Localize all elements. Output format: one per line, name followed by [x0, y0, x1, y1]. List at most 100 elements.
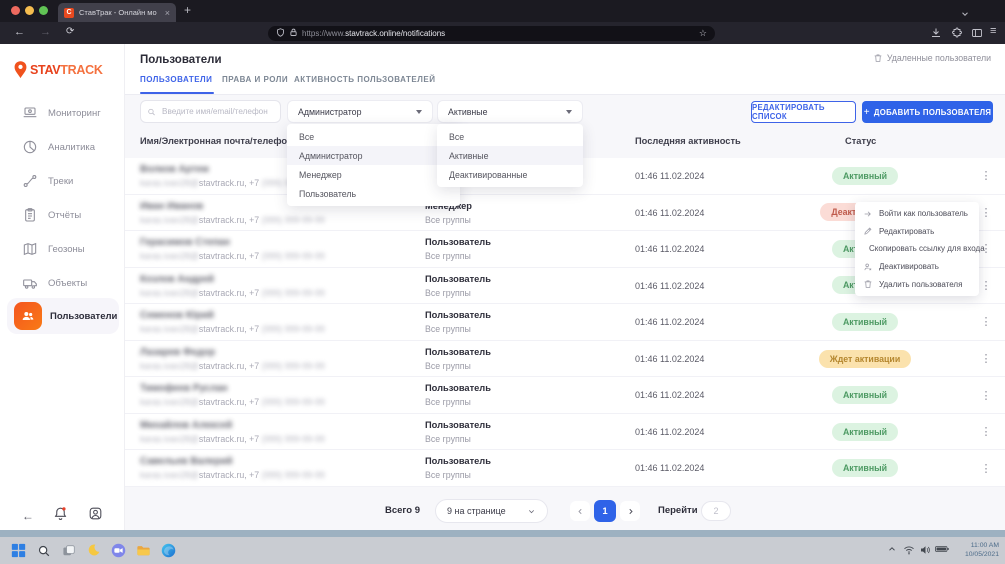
window-close-button[interactable] — [11, 6, 20, 15]
dropdown-arrow-icon — [416, 110, 422, 114]
search-input[interactable] — [160, 106, 274, 117]
taskbar-search-icon[interactable] — [35, 542, 52, 559]
col-name-header: Имя/Электронная почта/телефон — [140, 136, 293, 146]
row-menu-icon[interactable]: ⋮ — [978, 450, 994, 486]
current-page-button[interactable]: 1 — [594, 500, 616, 522]
user-name: Волков Артем — [140, 164, 209, 175]
row-menu-icon[interactable]: ⋮ — [978, 414, 994, 450]
reports-icon — [22, 207, 38, 223]
user-group: Все группы — [425, 288, 471, 298]
user-group: Все группы — [425, 215, 471, 225]
search-box[interactable] — [140, 100, 281, 123]
sidebar-panel-icon[interactable] — [971, 26, 983, 44]
edit-list-button[interactable]: РЕДАКТИРОВАТЬ СПИСОК — [751, 101, 856, 123]
sidebar-item-reports[interactable]: Отчёты — [0, 198, 125, 232]
status-cell: Активный — [785, 450, 945, 486]
dropdown-option[interactable]: Активные — [437, 146, 583, 165]
status-cell: Активный — [785, 377, 945, 413]
row-menu-icon[interactable]: ⋮ — [978, 341, 994, 377]
browser-refresh-button[interactable]: ⟳ — [66, 26, 74, 37]
dropdown-option[interactable]: Все — [287, 127, 460, 146]
sidebar-item-monitoring[interactable]: Мониторинг — [0, 96, 125, 130]
tab-users[interactable]: ПОЛЬЗОВАТЕЛИ — [140, 75, 212, 84]
goto-page-input[interactable] — [701, 501, 731, 521]
dropdown-option[interactable]: Менеджер — [287, 165, 460, 184]
table-row: Лазарев Федор karas.ivan28@stavtrack.ru,… — [125, 341, 1005, 378]
browser-back-button[interactable]: ← — [14, 26, 25, 38]
brand-logo[interactable]: STAVTRACK — [13, 60, 103, 80]
collapse-sidebar-icon[interactable]: ← — [22, 509, 34, 523]
status-badge: Активный — [832, 313, 898, 331]
role-dropdown-panel: Все Администратор Менеджер Пользователь — [287, 124, 460, 206]
task-view-icon[interactable] — [60, 542, 77, 559]
edit-pencil-icon — [863, 226, 873, 236]
dropdown-option[interactable]: Пользователь — [287, 184, 460, 203]
browser-forward-button[interactable]: → — [40, 26, 51, 38]
menu-hamburger-icon[interactable]: ≡ — [990, 25, 996, 37]
plus-icon: + — [864, 107, 870, 118]
dropdown-option[interactable]: Все — [437, 127, 583, 146]
edge-browser-icon[interactable] — [160, 542, 177, 559]
row-menu-icon[interactable]: ⋮ — [978, 158, 994, 194]
row-menu-icon[interactable]: ⋮ — [978, 268, 994, 304]
prev-page-button[interactable] — [570, 501, 590, 521]
tab-close-icon[interactable]: × — [165, 8, 170, 18]
sidebar-item-geozones[interactable]: Геозоны — [0, 232, 125, 266]
tracking-shield-icon[interactable] — [276, 24, 285, 42]
menu-item-copy-login-link[interactable]: Скопировать ссылку для входа — [855, 240, 979, 258]
per-page-select[interactable]: 9 на странице — [435, 499, 548, 523]
search-icon — [147, 107, 156, 117]
sidebar-item-users[interactable]: Пользователи — [7, 298, 119, 334]
battery-icon[interactable] — [935, 544, 949, 554]
role-filter-select[interactable]: Администратор — [287, 100, 433, 123]
url-bar[interactable]: https://www.stavtrack.online/notificatio… — [268, 26, 715, 41]
file-explorer-icon[interactable] — [135, 542, 152, 559]
notifications-bell-icon[interactable] — [53, 506, 68, 526]
add-user-button[interactable]: + ДОБАВИТЬ ПОЛЬЗОВАТЕЛЯ — [862, 101, 993, 123]
sidebar-item-objects[interactable]: Объекты — [0, 266, 125, 300]
menu-item-edit[interactable]: Редактировать — [855, 223, 979, 241]
window-minimize-button[interactable] — [25, 6, 34, 15]
window-zoom-button[interactable] — [39, 6, 48, 15]
status-filter-select[interactable]: Активные — [437, 100, 583, 123]
next-page-button[interactable] — [620, 501, 640, 521]
row-menu-icon[interactable]: ⋮ — [978, 195, 994, 231]
user-role: Пользователь — [425, 383, 491, 393]
row-menu-icon[interactable]: ⋮ — [978, 304, 994, 340]
taskbar-clock[interactable]: 11:00 AM 10/05/2021 — [965, 542, 999, 559]
menu-item-login-as[interactable]: Войти как пользователь — [855, 205, 979, 223]
night-mode-moon-icon[interactable] — [85, 542, 102, 559]
users-icon — [14, 302, 42, 330]
lock-icon[interactable] — [289, 24, 298, 42]
status-cell: Ждет активации — [785, 341, 945, 377]
sidebar-item-analytics[interactable]: Аналитика — [0, 130, 125, 164]
menu-item-deactivate[interactable]: Деактивировать — [855, 258, 979, 276]
sidebar-footer: ← — [0, 506, 125, 526]
dropdown-option[interactable]: Администратор — [287, 146, 460, 165]
downloads-icon[interactable] — [930, 26, 942, 44]
tray-chevron-icon[interactable] — [887, 544, 897, 554]
bookmark-star-icon[interactable]: ☆ — [699, 28, 707, 39]
table-row: Михайлов Алексей karas.ivan28@stavtrack.… — [125, 414, 1005, 451]
user-contact: karas.ivan28@stavtrack.ru, +7 (999) 999-… — [140, 361, 325, 371]
page-header: Пользователи Удаленные пользователи ПОЛЬ… — [125, 44, 1005, 95]
dropdown-option[interactable]: Деактивированные — [437, 165, 583, 184]
menu-item-delete-user[interactable]: Удалить пользователя — [855, 275, 979, 293]
sidebar-item-tracks[interactable]: Треки — [0, 164, 125, 198]
extensions-icon[interactable] — [951, 26, 963, 44]
tab-user-activity[interactable]: АКТИВНОСТЬ ПОЛЬЗОВАТЕЛЕЙ — [294, 75, 435, 84]
chevron-right-icon — [626, 507, 635, 516]
new-tab-button[interactable]: + — [184, 3, 191, 17]
user-contact: karas.ivan28@stavtrack.ru, +7 (999) 999-… — [140, 324, 325, 334]
user-name: Иван Иванов — [140, 201, 203, 212]
tab-rights-roles[interactable]: ПРАВА И РОЛИ — [222, 75, 288, 84]
windows-start-icon[interactable] — [10, 542, 27, 559]
os-taskbar: 11:00 AM 10/05/2021 — [0, 537, 1005, 564]
profile-icon[interactable] — [88, 506, 103, 526]
volume-icon[interactable] — [919, 544, 931, 556]
row-menu-icon[interactable]: ⋮ — [978, 377, 994, 413]
chat-teams-icon[interactable] — [110, 542, 127, 559]
wifi-icon[interactable] — [903, 544, 915, 556]
browser-tab[interactable]: С СтавТрак - Онлайн мониторинг × — [58, 3, 176, 22]
deleted-users-link[interactable]: Удаленные пользователи — [873, 53, 991, 63]
